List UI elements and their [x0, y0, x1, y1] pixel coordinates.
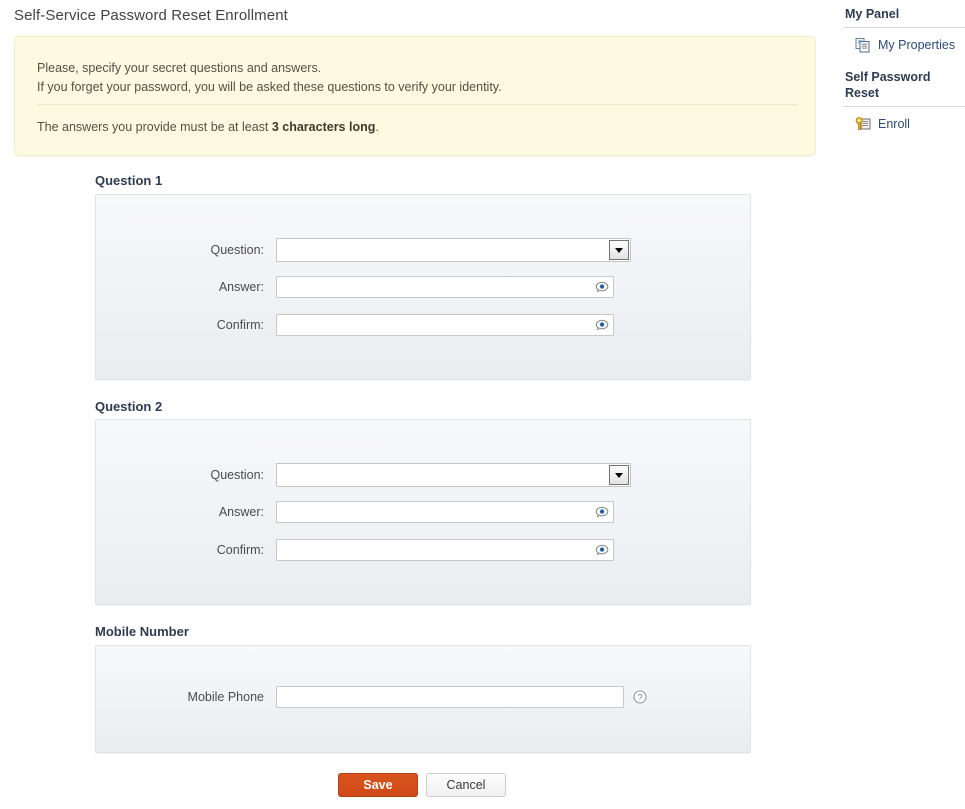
sidebar-item-label: My Properties — [878, 38, 956, 52]
question-1-answer-row: Answer: — [96, 276, 614, 298]
question-2-answer-input-wrap — [276, 501, 614, 523]
question-1-question-select[interactable] — [276, 238, 631, 262]
question-2-question-dropdown-button[interactable] — [609, 465, 629, 485]
side-panel-heading-my-panel: My Panel — [843, 6, 965, 28]
question-2-answer-input[interactable] — [276, 501, 614, 523]
sidebar-item-label: Enroll — [878, 117, 910, 131]
question-2-question-label: Question: — [210, 468, 264, 482]
mobile-phone-input[interactable] — [276, 686, 624, 708]
sidebar-item-my-properties[interactable]: My Properties — [843, 37, 965, 53]
form-action-bar: Save Cancel — [338, 773, 506, 797]
chevron-down-icon — [615, 472, 623, 478]
notice-divider — [37, 104, 797, 105]
question-1-answer-label: Answer: — [218, 280, 264, 294]
notice-line-3-suffix: . — [375, 120, 379, 134]
notice-line-3: The answers you provide must be at least… — [37, 120, 379, 134]
eye-reveal-icon[interactable] — [595, 281, 610, 294]
question-2-confirm-label: Confirm: — [216, 543, 264, 557]
eye-reveal-icon[interactable] — [595, 319, 610, 332]
sidebar-item-enroll[interactable]: Enroll — [843, 116, 965, 132]
cancel-button[interactable]: Cancel — [426, 773, 506, 797]
question-1-panel: Question: Answer: Confirm: — [95, 194, 751, 380]
question-1-question-dropdown-button[interactable] — [609, 240, 629, 260]
chevron-down-icon — [615, 247, 623, 253]
section-title-question-2: Question 2 — [95, 399, 163, 414]
question-2-panel: Question: Answer: Confirm: — [95, 419, 751, 605]
question-1-answer-input[interactable] — [276, 276, 614, 298]
page-title: Self-Service Password Reset Enrollment — [14, 7, 288, 24]
notice-line-3-prefix: The answers you provide must be at least — [37, 120, 272, 134]
question-2-confirm-row: Confirm: — [96, 539, 614, 561]
eye-reveal-icon[interactable] — [595, 544, 610, 557]
question-1-confirm-input[interactable] — [276, 314, 614, 336]
question-2-answer-label: Answer: — [218, 505, 264, 519]
question-2-answer-row: Answer: — [96, 501, 614, 523]
question-2-confirm-input[interactable] — [276, 539, 614, 561]
notice-line-2: If you forget your password, you will be… — [37, 80, 502, 94]
question-1-question-row: Question: — [96, 238, 631, 262]
notice-line-1: Please, specify your secret questions an… — [37, 61, 322, 75]
help-circle-icon[interactable]: ? — [633, 690, 647, 704]
question-1-answer-input-wrap — [276, 276, 614, 298]
password-reset-enrollment-page: Self-Service Password Reset Enrollment P… — [0, 0, 965, 809]
mobile-phone-row: Mobile Phone ? — [96, 686, 647, 708]
key-form-icon — [855, 116, 871, 132]
question-1-confirm-label: Confirm: — [216, 318, 264, 332]
svg-text:?: ? — [637, 692, 642, 702]
copy-pages-icon — [855, 37, 871, 53]
question-1-confirm-input-wrap — [276, 314, 614, 336]
save-button[interactable]: Save — [338, 773, 418, 797]
side-panel-heading-self-password-reset: Self Password Reset — [843, 69, 965, 107]
question-2-question-row: Question: — [96, 463, 631, 487]
mobile-phone-label: Mobile Phone — [187, 690, 264, 704]
eye-reveal-icon[interactable] — [595, 506, 610, 519]
question-1-confirm-row: Confirm: — [96, 314, 614, 336]
question-1-question-label: Question: — [210, 243, 264, 257]
section-title-mobile-number: Mobile Number — [95, 624, 189, 639]
notice-line-3-emphasis: 3 characters long — [271, 120, 376, 134]
question-2-question-select[interactable] — [276, 463, 631, 487]
section-title-question-1: Question 1 — [95, 173, 163, 188]
mobile-number-panel: Mobile Phone ? — [95, 645, 751, 753]
side-panel: My Panel My Properties Self Password Res… — [843, 6, 965, 132]
question-2-confirm-input-wrap — [276, 539, 614, 561]
info-notice-box: Please, specify your secret questions an… — [14, 36, 816, 156]
